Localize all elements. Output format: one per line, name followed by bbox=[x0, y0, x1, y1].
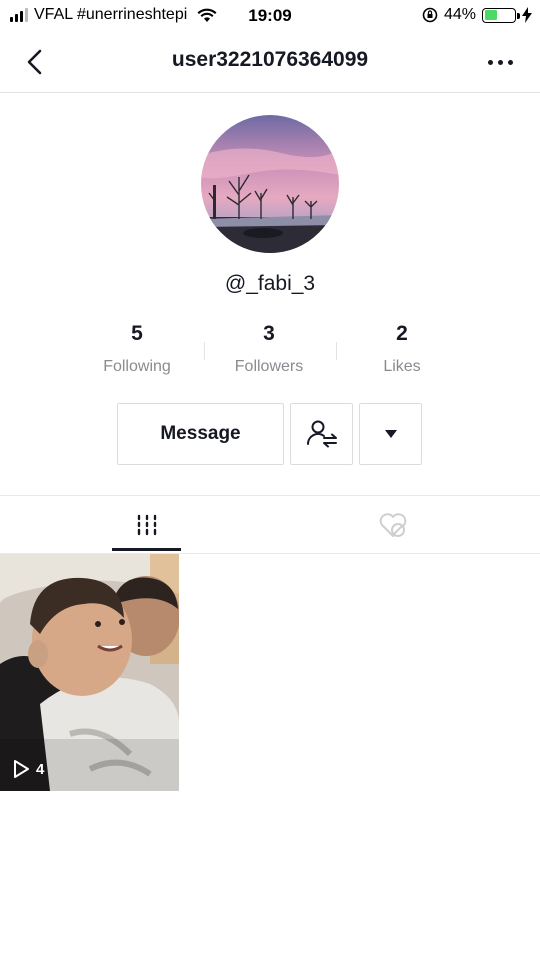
follow-status-icon bbox=[306, 420, 337, 448]
tab-liked[interactable] bbox=[258, 496, 528, 553]
view-count-value: 4 bbox=[36, 760, 45, 778]
followers-label: Followers bbox=[234, 358, 304, 375]
view-count: 4 bbox=[12, 759, 44, 779]
following-label: Following bbox=[103, 358, 171, 375]
more-dots-icon bbox=[487, 59, 493, 65]
avatar-image bbox=[201, 115, 339, 253]
message-button[interactable]: Message bbox=[117, 403, 284, 465]
followers-count: 3 bbox=[263, 322, 275, 345]
hidden-likes-icon bbox=[379, 512, 407, 537]
status-bar: VFAL #unerrineshtepi 19:09 44% bbox=[0, 0, 540, 32]
video-thumbnail[interactable]: 4 bbox=[0, 554, 179, 791]
suggested-accounts-button[interactable] bbox=[359, 403, 422, 465]
grid-icon bbox=[137, 514, 157, 535]
content-tabs bbox=[0, 495, 540, 554]
stat-likes[interactable]: 2 Likes bbox=[332, 322, 472, 376]
stat-followers[interactable]: 3 Followers bbox=[199, 322, 339, 376]
following-count: 5 bbox=[131, 322, 143, 345]
likes-count: 2 bbox=[396, 322, 408, 345]
battery-icon bbox=[482, 7, 520, 23]
stat-following[interactable]: 5 Following bbox=[67, 322, 207, 376]
likes-label: Likes bbox=[383, 358, 421, 375]
play-icon bbox=[14, 760, 29, 778]
dropdown-arrow-icon bbox=[384, 430, 397, 438]
rotation-lock-icon bbox=[422, 7, 438, 23]
video-thumbnail-image bbox=[0, 554, 179, 791]
page-title: user3221076364099 bbox=[171, 48, 369, 71]
tab-videos[interactable] bbox=[12, 496, 282, 553]
more-options-button[interactable] bbox=[480, 44, 520, 80]
status-right: 44% bbox=[422, 6, 532, 24]
active-tab-indicator bbox=[112, 548, 181, 551]
follow-status-button[interactable] bbox=[290, 403, 353, 465]
top-nav: user3221076364099 bbox=[0, 32, 540, 93]
profile-handle: @_fabi_3 bbox=[224, 272, 316, 295]
battery-percent: 44% bbox=[443, 6, 476, 23]
charging-bolt-icon bbox=[522, 7, 532, 23]
avatar[interactable] bbox=[201, 115, 339, 253]
